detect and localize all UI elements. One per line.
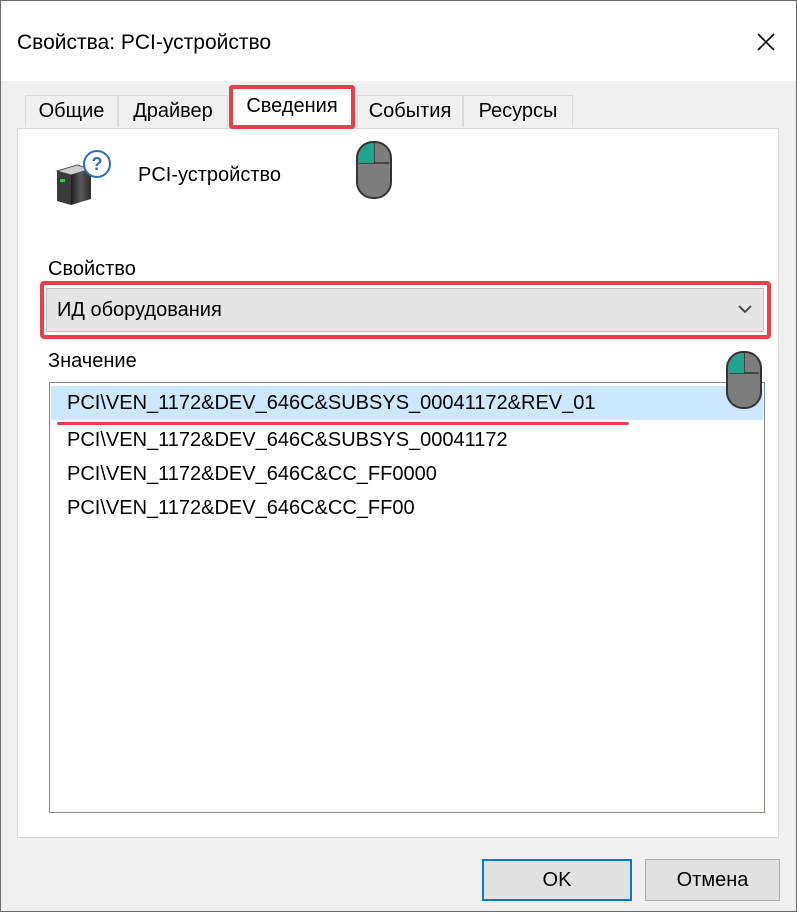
list-item[interactable]: PCI\VEN_1172&DEV_646C&CC_FF00 bbox=[51, 491, 763, 525]
value-label: Значение bbox=[48, 350, 137, 372]
mouse-right-click-icon bbox=[726, 351, 762, 409]
svg-text:?: ? bbox=[92, 154, 103, 174]
window-title: Свойства: PCI-устройство bbox=[17, 31, 272, 54]
property-selected-value: ИД оборудования bbox=[57, 299, 222, 321]
tab-details[interactable]: Сведения bbox=[231, 87, 353, 129]
unknown-device-icon: ? bbox=[55, 150, 111, 205]
tab-resources[interactable]: Ресурсы bbox=[463, 95, 573, 127]
ok-button[interactable]: OK bbox=[482, 859, 632, 901]
hardware-id-underline bbox=[57, 422, 629, 425]
tab-driver[interactable]: Драйвер bbox=[118, 95, 228, 127]
value-listbox[interactable]: PCI\VEN_1172&DEV_646C&SUBSYS_00041172&RE… bbox=[49, 382, 765, 813]
close-icon bbox=[757, 33, 775, 51]
property-dropdown[interactable]: ИД оборудования bbox=[46, 288, 764, 332]
close-button[interactable] bbox=[736, 17, 796, 67]
property-label: Свойство bbox=[48, 258, 136, 280]
chevron-down-icon bbox=[738, 305, 752, 314]
list-item[interactable]: PCI\VEN_1172&DEV_646C&SUBSYS_00041172&RE… bbox=[51, 386, 763, 420]
properties-dialog: Свойства: PCI-устройство Общие Драйвер С… bbox=[0, 0, 797, 912]
list-item[interactable]: PCI\VEN_1172&DEV_646C&SUBSYS_00041172 bbox=[51, 423, 763, 457]
title-bar: Свойства: PCI-устройство bbox=[1, 1, 796, 81]
device-name: PCI-устройство bbox=[138, 164, 282, 186]
cancel-button[interactable]: Отмена bbox=[645, 859, 780, 901]
tab-events[interactable]: События bbox=[357, 95, 463, 127]
mouse-left-click-icon bbox=[356, 141, 392, 199]
list-item[interactable]: PCI\VEN_1172&DEV_646C&CC_FF0000 bbox=[51, 457, 763, 491]
tab-general[interactable]: Общие bbox=[25, 95, 118, 127]
